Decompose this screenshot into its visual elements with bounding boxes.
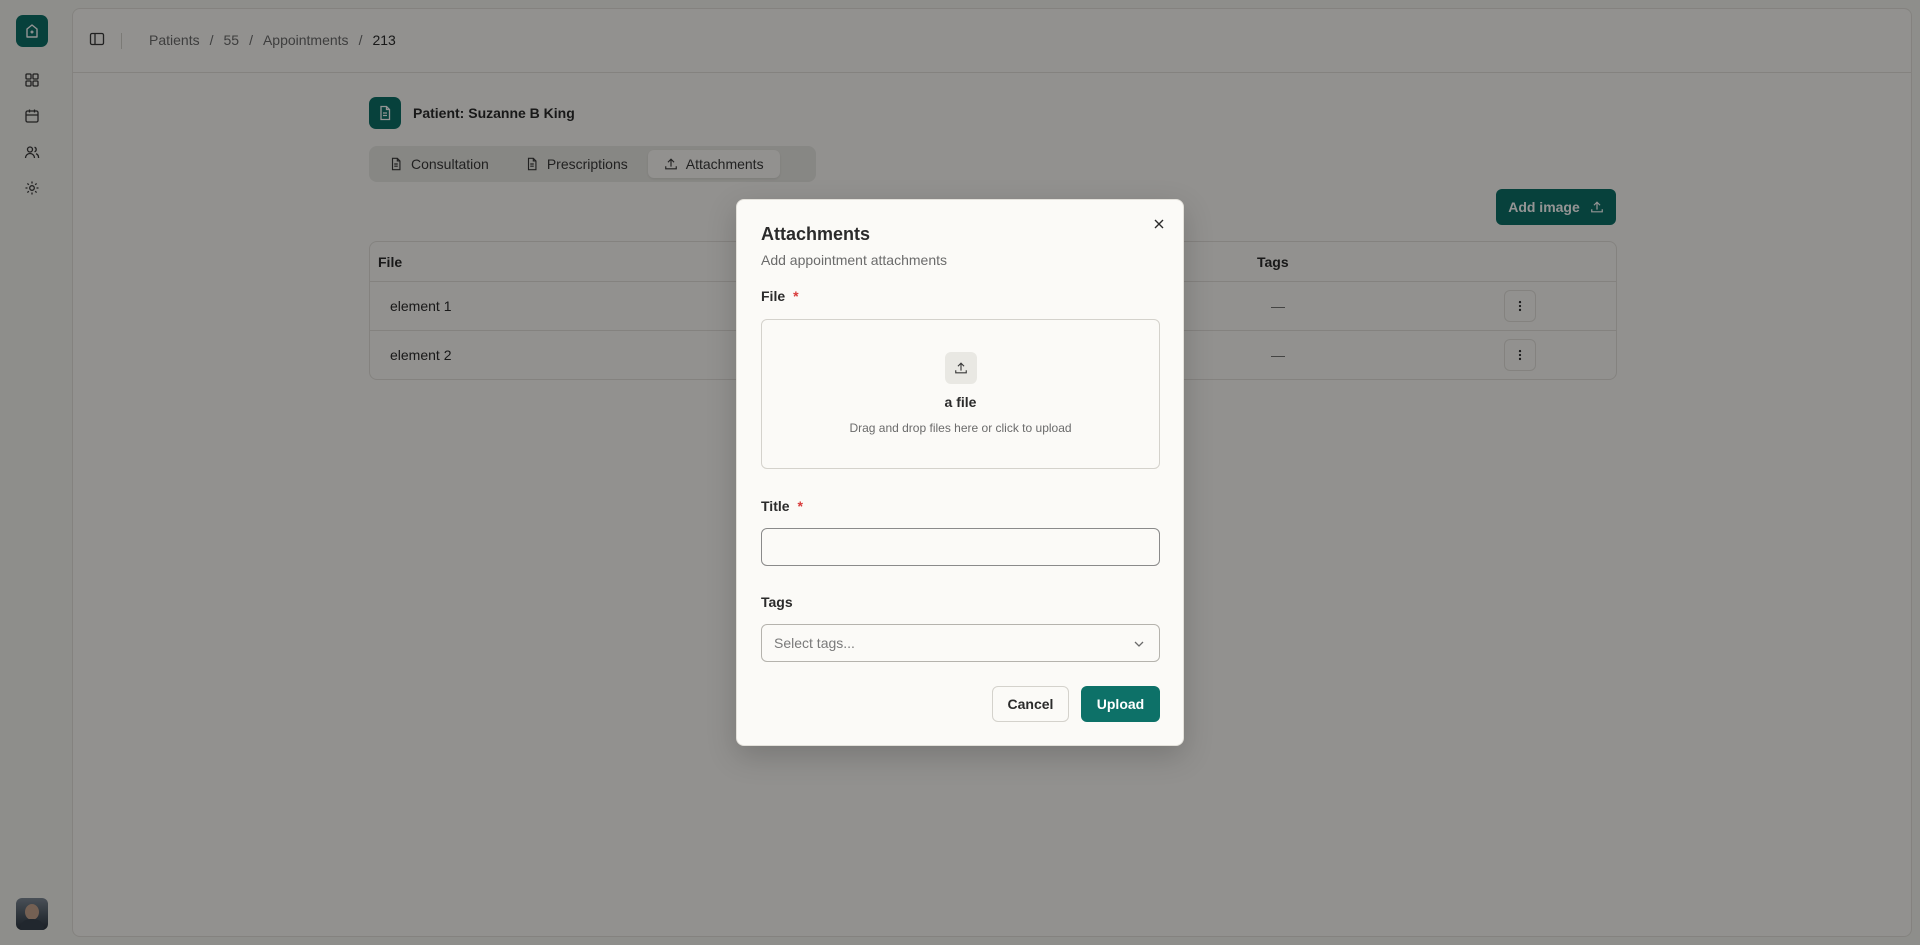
file-label: File *	[761, 288, 799, 304]
attachments-dialog: Attachments Add appointment attachments …	[736, 199, 1184, 746]
required-mark: *	[793, 288, 799, 304]
tags-label: Tags	[761, 594, 793, 610]
title-label: Title *	[761, 498, 803, 514]
file-label-text: File	[761, 288, 786, 304]
chevron-down-icon	[1134, 641, 1144, 647]
dialog-title: Attachments	[761, 224, 871, 244]
tags-placeholder: Select tags...	[774, 635, 855, 651]
close-icon	[1154, 219, 1164, 229]
tags-label-text: Tags	[761, 594, 793, 610]
title-label-text: Title	[761, 498, 790, 514]
upload-icon	[955, 362, 967, 374]
dropzone-icon-box	[945, 352, 977, 384]
dialog-description: Add appointment attachments	[761, 252, 948, 268]
close-button[interactable]	[1151, 216, 1167, 232]
dropzone-title: a file	[944, 394, 977, 410]
dropzone-hint: Drag and drop files here or click to upl…	[849, 421, 1072, 435]
file-dropzone[interactable]: a file Drag and drop files here or click…	[761, 319, 1160, 469]
upload-button[interactable]: Upload	[1081, 686, 1160, 722]
cancel-button[interactable]: Cancel	[992, 686, 1069, 722]
tags-select[interactable]: Select tags...	[761, 624, 1160, 662]
required-mark: *	[797, 498, 803, 514]
title-input[interactable]	[761, 528, 1160, 566]
